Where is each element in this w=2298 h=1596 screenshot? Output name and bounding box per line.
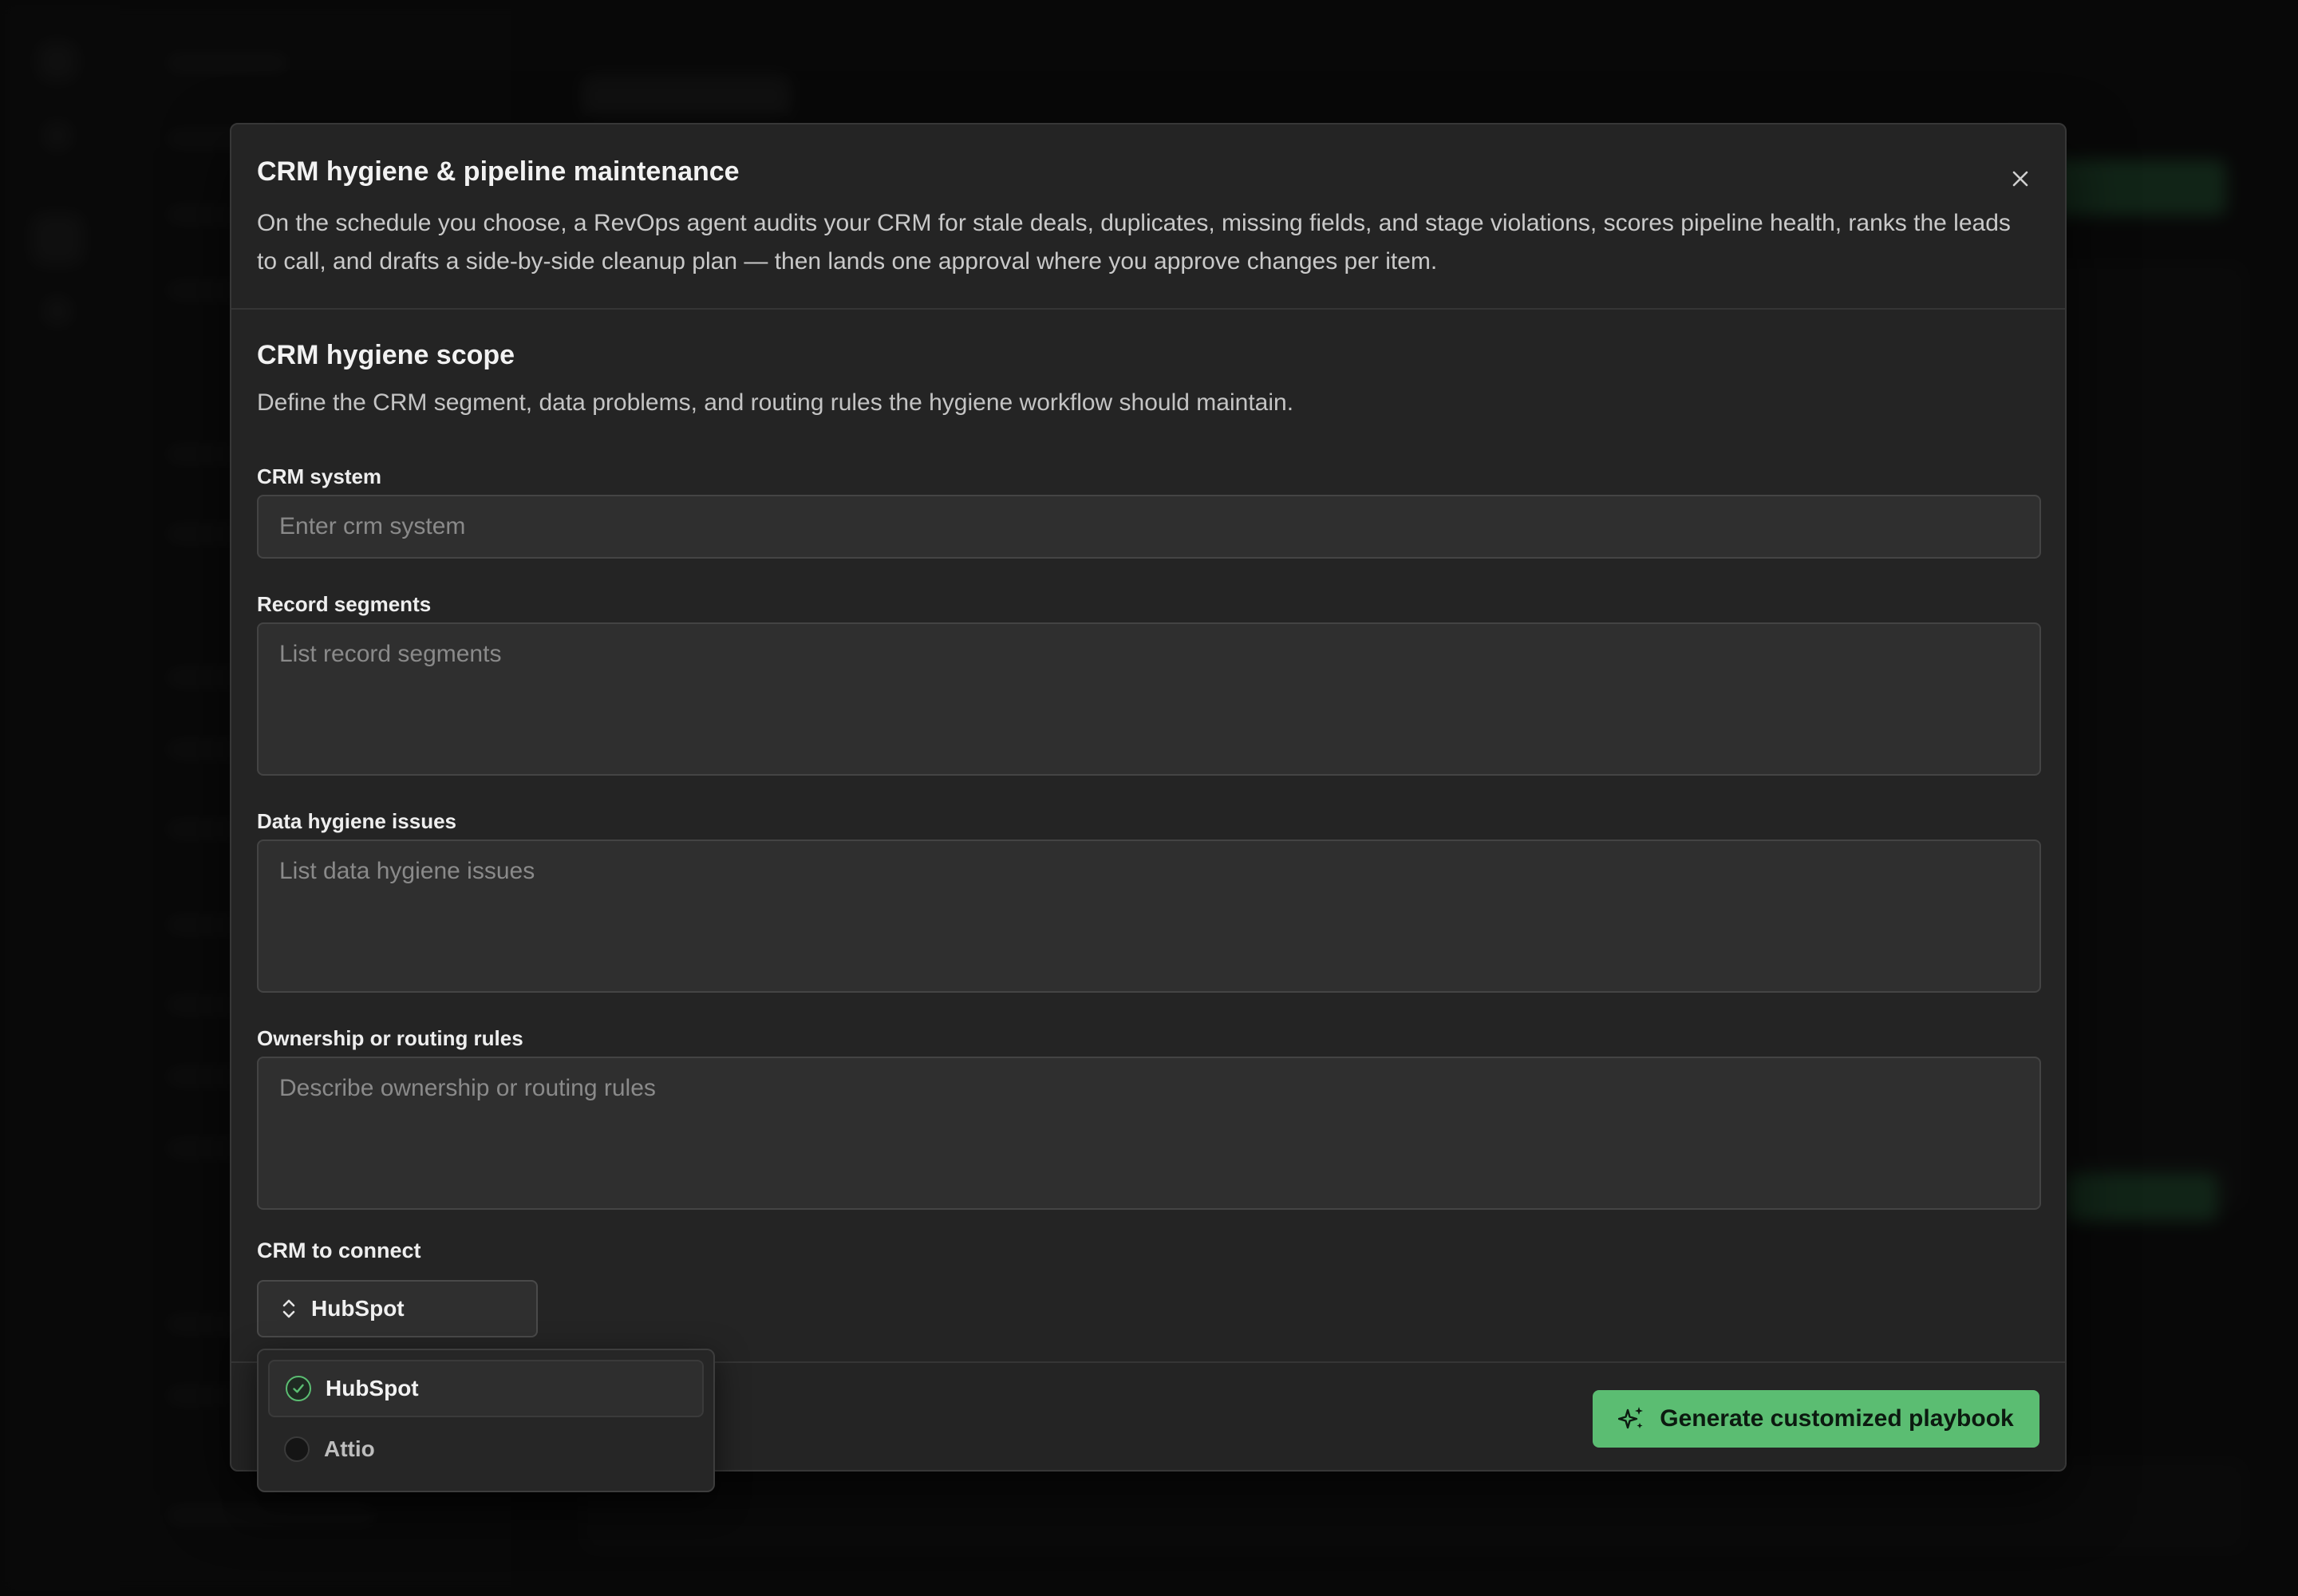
data-hygiene-issues-label: Data hygiene issues (257, 809, 456, 833)
routing-rules-label: Ownership or routing rules (257, 1026, 523, 1050)
option-radio (284, 1436, 310, 1462)
record-segments-textarea[interactable] (257, 622, 2041, 776)
crm-system-label: CRM system (257, 464, 382, 488)
dialog-title: CRM hygiene & pipeline maintenance (257, 156, 740, 187)
section-title: CRM hygiene scope (257, 340, 515, 370)
generate-playbook-button[interactable]: Generate customized playbook (1593, 1390, 2039, 1448)
routing-rules-textarea[interactable] (257, 1057, 2041, 1210)
chevron-up-down-icon (282, 1299, 295, 1318)
crm-connect-label: CRM to connect (257, 1238, 421, 1262)
crm-dropdown-menu: HubSpot Attio (257, 1349, 715, 1492)
option-radio (286, 1376, 311, 1401)
check-icon (293, 1384, 304, 1393)
close-button[interactable] (2004, 163, 2036, 195)
crm-option-hubspot[interactable]: HubSpot (268, 1360, 704, 1417)
dialog-description: On the schedule you choose, a RevOps age… (257, 210, 2011, 275)
playbook-dialog: CRM hygiene & pipeline maintenance On th… (230, 123, 2067, 1472)
section-description: Define the CRM segment, data problems, a… (257, 389, 1294, 416)
generate-playbook-label: Generate customized playbook (1660, 1405, 2014, 1432)
record-segments-label: Record segments (257, 592, 432, 616)
crm-option-label: Attio (324, 1436, 375, 1461)
crm-select-button[interactable]: HubSpot (257, 1280, 538, 1337)
sparkles-icon (1618, 1407, 1644, 1429)
crm-select-value: HubSpot (311, 1296, 405, 1321)
data-hygiene-issues-textarea[interactable] (257, 839, 2041, 993)
crm-system-input[interactable] (257, 495, 2041, 559)
close-icon (2012, 171, 2028, 187)
crm-option-label: HubSpot (326, 1376, 419, 1400)
dialog-header: CRM hygiene & pipeline maintenance On th… (231, 124, 2065, 310)
crm-option-attio[interactable]: Attio (268, 1420, 704, 1478)
